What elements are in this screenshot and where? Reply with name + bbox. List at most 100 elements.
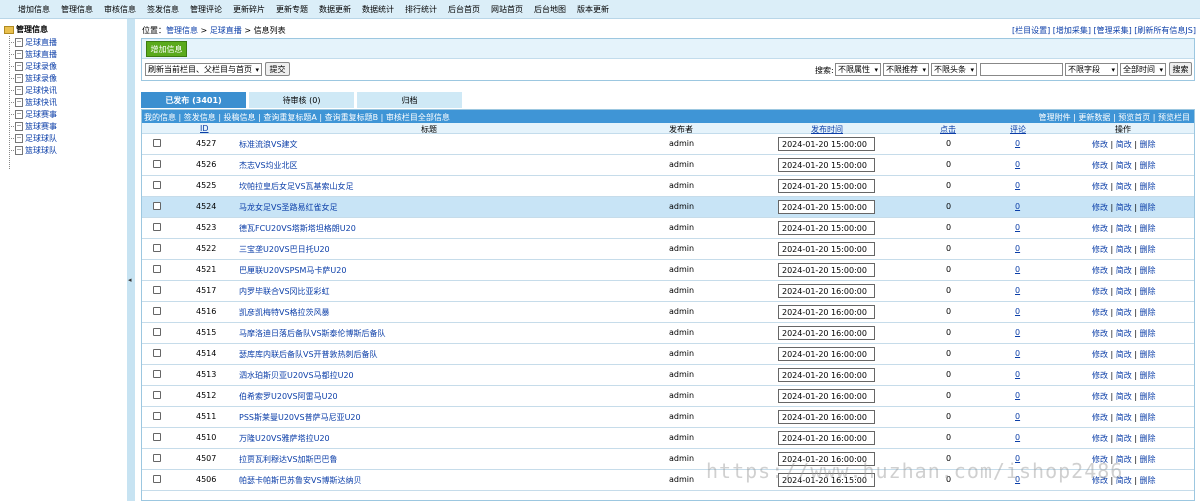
headline-select[interactable]: 不限头条 ▾ <box>931 63 977 76</box>
row-title-link[interactable]: 标准流浪VS建文 <box>239 139 298 150</box>
quick-edit-link[interactable]: 简改 <box>1116 476 1132 485</box>
quick-edit-link[interactable]: 简改 <box>1116 161 1132 170</box>
row-comments-link[interactable]: 0 <box>1015 160 1020 169</box>
row-title-link[interactable]: 马龙女足VS圣路易红雀女足 <box>239 202 338 213</box>
submit-button[interactable]: 提交 <box>265 62 290 76</box>
delete-link[interactable]: 删除 <box>1140 203 1156 212</box>
row-comments-link[interactable]: 0 <box>1015 349 1020 358</box>
quick-edit-link[interactable]: 简改 <box>1116 182 1132 191</box>
col-id[interactable]: ID <box>200 124 209 133</box>
quick-edit-link[interactable]: 简改 <box>1116 329 1132 338</box>
table-row[interactable]: 4522 三宝垄U20VS巴日托U20 admin 2024-01-20 15:00:… <box>142 239 1194 260</box>
row-checkbox[interactable] <box>153 286 161 294</box>
row-time-input[interactable]: 2024-01-20 16:00:00 <box>778 410 875 424</box>
row-comments-link[interactable]: 0 <box>1015 286 1020 295</box>
sidebar-item[interactable]: 篮球赛事 <box>9 121 57 132</box>
row-title-link[interactable]: 凯彦凯梅特VS格拉茨风暴 <box>239 307 330 318</box>
row-time-input[interactable]: 2024-01-20 16:00:00 <box>778 347 875 361</box>
table-row[interactable]: 4524 马龙女足VS圣路易红雀女足 admin 2024-01-20 15:00:0… <box>142 197 1194 218</box>
quick-edit-link[interactable]: 简改 <box>1116 434 1132 443</box>
edit-link[interactable]: 修改 <box>1092 476 1108 485</box>
edit-link[interactable]: 修改 <box>1092 224 1108 233</box>
tab-published[interactable]: 已发布 (3401) <box>141 92 246 108</box>
row-title-link[interactable]: 杰志VS均业北区 <box>239 160 298 171</box>
search-input[interactable] <box>980 63 1063 76</box>
edit-link[interactable]: 修改 <box>1092 371 1108 380</box>
sidebar-item[interactable]: 篮球快讯 <box>9 97 57 108</box>
topnav-item[interactable]: 数据更新 <box>319 4 351 15</box>
row-time-input[interactable]: 2024-01-20 16:00:00 <box>778 284 875 298</box>
delete-link[interactable]: 删除 <box>1140 161 1156 170</box>
table-row[interactable]: 4521 巴厘联U20VSPSM马卡萨U20 admin 2024-01-20 15:… <box>142 260 1194 281</box>
row-title-link[interactable]: 伯希索罗U20VS阿雷马U20 <box>239 391 338 402</box>
sidebar-item[interactable]: 足球直播 <box>9 37 57 48</box>
list-tool-links[interactable]: 管理附件 | 更新数据 | 预览首页 | 预览栏目 <box>1039 112 1190 123</box>
row-title-link[interactable]: 瑟库库内联后备队VS开普敦热刺后备队 <box>239 349 378 360</box>
edit-link[interactable]: 修改 <box>1092 140 1108 149</box>
row-checkbox[interactable] <box>153 391 161 399</box>
topnav-item[interactable]: 管理信息 <box>61 4 93 15</box>
table-row[interactable]: 4514 瑟库库内联后备队VS开普敦热刺后备队 admin 2024-01-20 16… <box>142 344 1194 365</box>
row-checkbox[interactable] <box>153 223 161 231</box>
row-title-link[interactable]: PSS斯莱曼U20VS普萨马尼亚U20 <box>239 412 361 423</box>
delete-link[interactable]: 删除 <box>1140 140 1156 149</box>
breadcrumb-column[interactable]: 足球直播 <box>210 26 242 35</box>
table-row[interactable]: 4515 马摩洛迪日落后备队VS斯泰伦博斯后备队 admin 2024-01-20 1… <box>142 323 1194 344</box>
row-comments-link[interactable]: 0 <box>1015 475 1020 484</box>
row-checkbox[interactable] <box>153 328 161 336</box>
delete-link[interactable]: 删除 <box>1140 308 1156 317</box>
row-time-input[interactable]: 2024-01-20 16:15:00 <box>778 473 875 487</box>
row-comments-link[interactable]: 0 <box>1015 139 1020 148</box>
sidebar-splitter[interactable]: ◂ <box>127 19 135 501</box>
time-select[interactable]: 全部时间 ▾ <box>1120 63 1166 76</box>
row-comments-link[interactable]: 0 <box>1015 391 1020 400</box>
row-time-input[interactable]: 2024-01-20 15:00:00 <box>778 137 875 151</box>
row-comments-link[interactable]: 0 <box>1015 244 1020 253</box>
table-row[interactable]: 4506 帕瑟卡帕斯巴苏鲁安VS博斯达纳贝 admin 2024-01-20 16:1… <box>142 470 1194 491</box>
topnav-item[interactable]: 后台首页 <box>448 4 480 15</box>
delete-link[interactable]: 删除 <box>1140 392 1156 401</box>
row-checkbox[interactable] <box>153 454 161 462</box>
row-checkbox[interactable] <box>153 307 161 315</box>
row-time-input[interactable]: 2024-01-20 15:00:00 <box>778 179 875 193</box>
list-filter-links[interactable]: 我的信息 | 签发信息 | 投稿信息 | 查询重复标题A | 查询重复标题B |… <box>144 112 450 123</box>
row-comments-link[interactable]: 0 <box>1015 307 1020 316</box>
row-time-input[interactable]: 2024-01-20 15:00:00 <box>778 263 875 277</box>
delete-link[interactable]: 删除 <box>1140 266 1156 275</box>
refresh-select[interactable]: 刷新当前栏目、父栏目与首页 ▾ <box>145 63 262 76</box>
quick-edit-link[interactable]: 简改 <box>1116 245 1132 254</box>
row-time-input[interactable]: 2024-01-20 15:00:00 <box>778 221 875 235</box>
sidebar-item[interactable]: 足球录像 <box>9 61 57 72</box>
delete-link[interactable]: 删除 <box>1140 476 1156 485</box>
row-title-link[interactable]: 帕瑟卡帕斯巴苏鲁安VS博斯达纳贝 <box>239 475 362 486</box>
search-button[interactable]: 搜索 <box>1169 62 1192 76</box>
collapse-arrow-icon[interactable]: ◂ <box>128 276 132 284</box>
sidebar-item[interactable]: 篮球球队 <box>9 145 57 156</box>
row-checkbox[interactable] <box>153 181 161 189</box>
table-row[interactable]: 4512 伯希索罗U20VS阿雷马U20 admin 2024-01-20 16:00… <box>142 386 1194 407</box>
row-title-link[interactable]: 德瓦FCU20VS塔斯塔坦格朗U20 <box>239 223 356 234</box>
row-checkbox[interactable] <box>153 433 161 441</box>
row-time-input[interactable]: 2024-01-20 15:00:00 <box>778 242 875 256</box>
row-title-link[interactable]: 巴厘联U20VSPSM马卡萨U20 <box>239 265 346 276</box>
edit-link[interactable]: 修改 <box>1092 329 1108 338</box>
table-row[interactable]: 4527 标准流浪VS建文 admin 2024-01-20 15:00:00 0 0 修改… <box>142 134 1194 155</box>
row-comments-link[interactable]: 0 <box>1015 223 1020 232</box>
table-row[interactable]: 4523 德瓦FCU20VS塔斯塔坦格朗U20 admin 2024-01-20 15… <box>142 218 1194 239</box>
row-title-link[interactable]: 坎帕拉皇后女足VS瓦基索山女足 <box>239 181 354 192</box>
tab-archive[interactable]: 归档 <box>357 92 462 108</box>
quick-edit-link[interactable]: 简改 <box>1116 287 1132 296</box>
row-time-input[interactable]: 2024-01-20 16:00:00 <box>778 368 875 382</box>
delete-link[interactable]: 删除 <box>1140 434 1156 443</box>
table-row[interactable]: 4507 拉贾瓦利穆达VS加斯巴巴鲁 admin 2024-01-20 16:00:0… <box>142 449 1194 470</box>
row-time-input[interactable]: 2024-01-20 16:00:00 <box>778 389 875 403</box>
row-title-link[interactable]: 万隆U20VS雅萨塔拉U20 <box>239 433 330 444</box>
topnav-item[interactable]: 版本更新 <box>577 4 609 15</box>
edit-link[interactable]: 修改 <box>1092 203 1108 212</box>
edit-link[interactable]: 修改 <box>1092 455 1108 464</box>
quick-edit-link[interactable]: 简改 <box>1116 371 1132 380</box>
topnav-item[interactable]: 增加信息 <box>18 4 50 15</box>
row-checkbox[interactable] <box>153 370 161 378</box>
tab-pending[interactable]: 待审核 (0) <box>249 92 354 108</box>
edit-link[interactable]: 修改 <box>1092 308 1108 317</box>
